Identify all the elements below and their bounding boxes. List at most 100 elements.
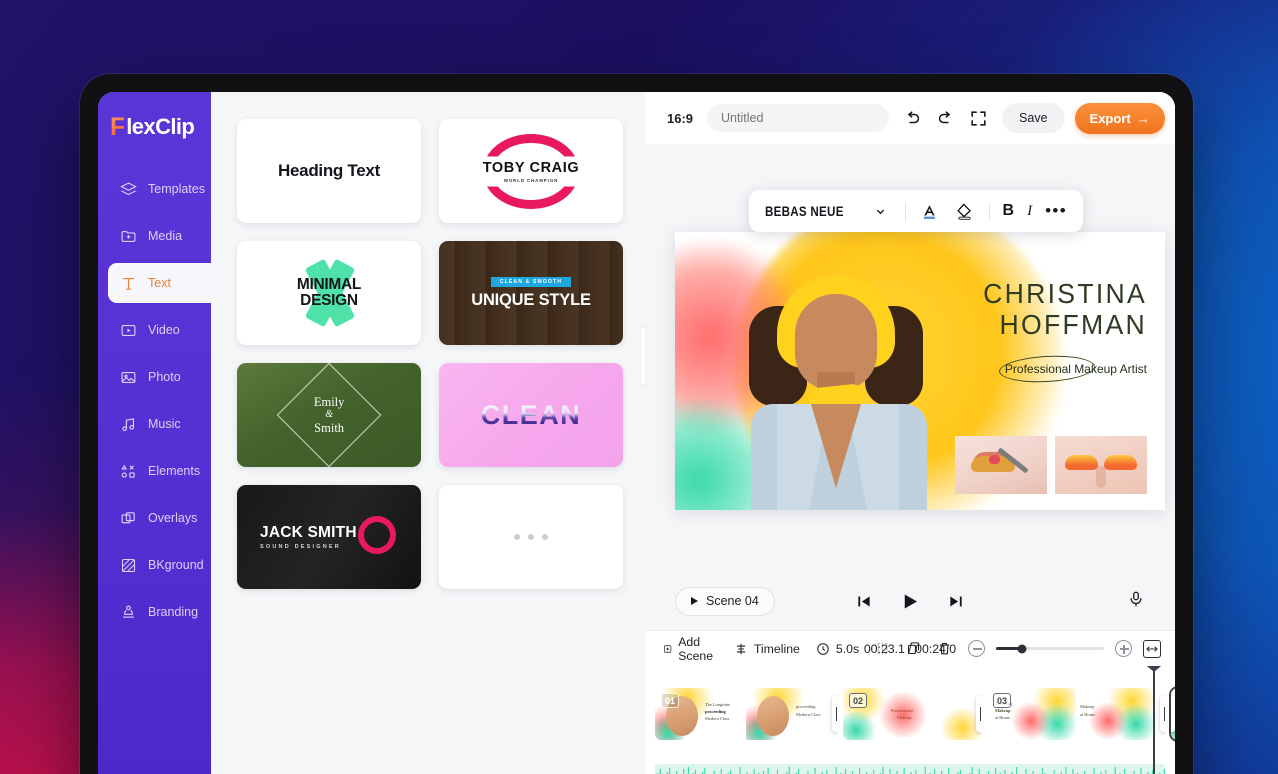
export-button[interactable]: Export → (1074, 102, 1165, 134)
laptop-frame: F lexClip Templates Media Text Video Pho… (80, 74, 1193, 774)
template-card-loading[interactable] (439, 485, 623, 589)
redo-button[interactable] (936, 107, 955, 129)
timeline-icon (736, 643, 745, 654)
timeline: Add Scene Timeline 5.0s 00:23.1 / 00:24.… (645, 630, 1175, 774)
sidebar-label: Overlays (148, 511, 198, 525)
undo-button[interactable] (903, 107, 922, 129)
zoom-out-button[interactable] (968, 640, 986, 657)
italic-button[interactable]: I (1027, 203, 1032, 220)
scene-duration-button[interactable]: 5.0s (816, 642, 859, 656)
sidebar-item-elements[interactable]: Elements (108, 451, 211, 491)
clip-trim-handle[interactable] (976, 696, 981, 732)
save-button[interactable]: Save (1002, 103, 1065, 133)
clip-trim-handle-left[interactable] (1171, 696, 1175, 732)
more-options-button[interactable]: ••• (1045, 202, 1067, 218)
timeline-clip[interactable]: Professional Makeup 02 (843, 688, 981, 740)
template-card-minimal-design[interactable]: MINIMAL DESIGN (237, 241, 421, 345)
text-color-button[interactable] (919, 200, 941, 222)
next-scene-button[interactable] (948, 593, 965, 610)
undo-icon (907, 110, 920, 123)
fill-color-icon (957, 202, 972, 220)
scene-selector-button[interactable]: Scene 04 (675, 586, 775, 616)
template-grid: Heading Text TOBY CRAIG WORLD CHAMPION M… (237, 119, 623, 589)
sidebar-item-branding[interactable]: Branding (108, 592, 211, 632)
template-badge: CLEAN & SMOOTH (490, 276, 572, 287)
text-icon (120, 275, 137, 292)
timeline-view-button[interactable]: Timeline (734, 642, 800, 656)
template-card-jack-smith[interactable]: JACK SMITH SOUND DESIGNER (237, 485, 421, 589)
timeline-clip-selected[interactable]: CHRISTINA HOFFMAN CHRISTIN (1171, 688, 1175, 740)
clip-caption: Professional (891, 708, 913, 713)
sidebar: F lexClip Templates Media Text Video Pho… (98, 92, 211, 774)
divider (904, 201, 906, 221)
add-scene-button[interactable]: Add Scene (663, 635, 718, 663)
sidebar-item-templates[interactable]: Templates (108, 169, 211, 209)
video-canvas[interactable]: CHRISTINA HOFFMAN Professional Makeup Ar… (675, 232, 1165, 510)
play-button[interactable] (900, 591, 921, 612)
layers-icon (120, 181, 137, 198)
previous-scene-button[interactable] (856, 593, 873, 610)
canvas-subtitle[interactable]: Professional Makeup Artist (998, 353, 1147, 385)
timeline-tracks[interactable]: The Longtime proceeding Modern Class pro… (645, 666, 1175, 774)
sidebar-item-text[interactable]: Text (108, 263, 211, 303)
sidebar-item-video[interactable]: Video (108, 310, 211, 350)
music-icon (120, 416, 137, 433)
playhead[interactable] (1147, 666, 1161, 774)
canvas-title-line2: HOFFMAN (999, 308, 1147, 340)
audio-waveform-track[interactable] (655, 764, 1165, 774)
topbar-actions: Save Export → (1002, 102, 1175, 134)
canvas-title[interactable]: CHRISTINA HOFFMAN (899, 279, 1147, 340)
clip-caption: The Longtime (705, 702, 730, 707)
thumbnail-eyeshadow-result (1055, 436, 1147, 494)
font-family-dropdown[interactable] (870, 200, 892, 222)
zoom-in-button[interactable] (1115, 640, 1133, 657)
sidebar-item-bkground[interactable]: BKground (108, 545, 211, 585)
background-icon (120, 557, 137, 574)
template-card-clean[interactable]: CLEAN (439, 363, 623, 467)
sidebar-label: Branding (148, 605, 199, 619)
redo-icon (938, 110, 951, 123)
project-title-input[interactable] (707, 104, 890, 132)
waveform-icon (657, 767, 1165, 774)
fit-to-width-button[interactable] (1143, 639, 1162, 658)
template-card-heading-text[interactable]: Heading Text (237, 119, 421, 223)
text-format-toolbar: BEBAS NEUE B I ••• (749, 190, 1084, 232)
template-card-unique-style[interactable]: CLEAN & SMOOTH UNIQUE STYLE (439, 241, 623, 345)
clip-track: The Longtime proceeding Modern Class pro… (645, 688, 1175, 740)
sidebar-label: Elements (148, 464, 201, 478)
sidebar-item-photo[interactable]: Photo (108, 357, 211, 397)
template-title: UNIQUE STYLE (471, 290, 591, 309)
chevron-down-icon (876, 209, 885, 214)
arrow-right-icon: → (1136, 110, 1150, 126)
panel-collapse-button[interactable] (641, 328, 645, 384)
clip-trim-handle[interactable] (1160, 696, 1165, 732)
fill-color-button[interactable] (954, 200, 976, 222)
playhead-handle[interactable] (1147, 666, 1161, 672)
sidebar-item-music[interactable]: Music (108, 404, 211, 444)
template-line1: Emily (313, 394, 345, 409)
zoom-slider[interactable] (996, 644, 1105, 653)
ring-shape (358, 516, 396, 554)
player-controls: Scene 04 (645, 582, 1175, 620)
thumbnail-makeup-application (955, 436, 1047, 494)
clip-trim-handle[interactable] (832, 696, 837, 732)
diamond-frame: Emily & Smith (276, 363, 382, 467)
minimal-art: MINIMAL DESIGN (262, 250, 397, 336)
sidebar-item-media[interactable]: Media (108, 216, 211, 256)
template-card-toby-craig[interactable]: TOBY CRAIG WORLD CHAMPION (439, 119, 623, 223)
skip-back-icon (858, 596, 870, 606)
timeline-clip[interactable]: The Longtime proceeding Modern Class pro… (655, 688, 837, 740)
template-card-emily-smith[interactable]: Emily & Smith (237, 363, 421, 467)
timeline-clip[interactable]: The Long Makeup at Home Makeup at Home (987, 688, 1165, 740)
fullscreen-button[interactable] (969, 107, 988, 129)
voiceover-button[interactable] (1127, 590, 1145, 613)
clip-caption: proceeding (705, 709, 726, 714)
bold-button[interactable]: B (1003, 202, 1015, 220)
sidebar-item-overlays[interactable]: Overlays (108, 498, 211, 538)
app-screen: F lexClip Templates Media Text Video Pho… (98, 92, 1175, 774)
aspect-ratio-label: 16:9 (667, 110, 694, 126)
clip-number: 01 (661, 693, 680, 708)
template-line1: MINIMAL (296, 276, 362, 294)
add-scene-label: Add Scene (678, 634, 714, 663)
fit-to-width-icon (1146, 645, 1158, 652)
